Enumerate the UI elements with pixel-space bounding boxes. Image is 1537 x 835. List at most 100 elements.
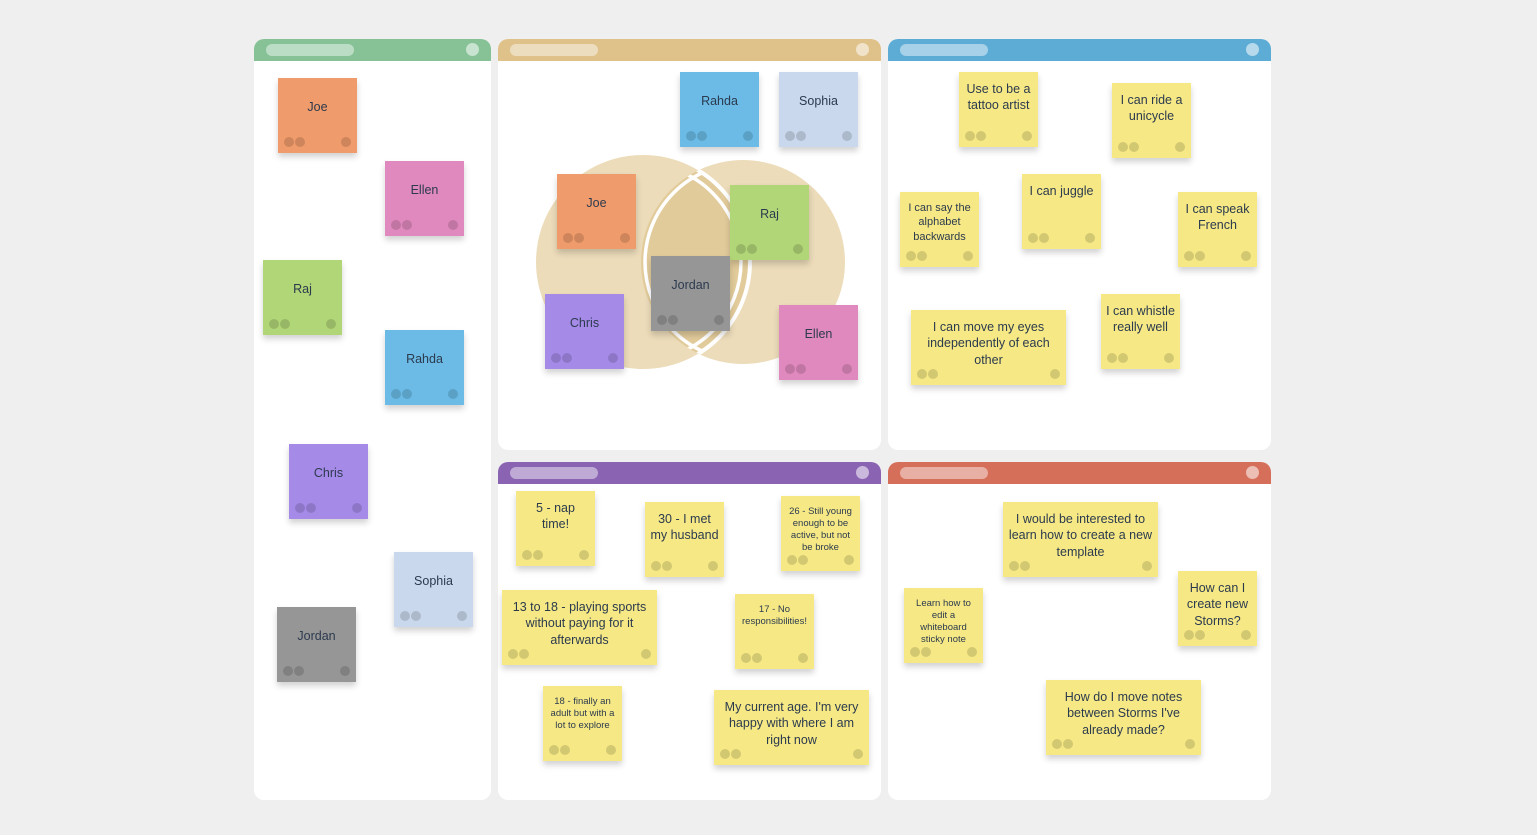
vote-dot-icon[interactable]: [1184, 251, 1194, 261]
vote-dot-icon[interactable]: [306, 503, 316, 513]
vote-dot-icon[interactable]: [752, 653, 762, 663]
sticky-note[interactable]: Rahda: [385, 330, 464, 405]
vote-dot-icon[interactable]: [736, 244, 746, 254]
vote-dot-icon[interactable]: [796, 364, 806, 374]
vote-dot-icon[interactable]: [697, 131, 707, 141]
comment-dot-icon[interactable]: [967, 647, 977, 657]
vote-dot-icon[interactable]: [574, 233, 584, 243]
vote-dot-icon[interactable]: [1195, 251, 1205, 261]
comment-dot-icon[interactable]: [708, 561, 718, 571]
vote-dot-icon[interactable]: [976, 131, 986, 141]
vote-dot-icon[interactable]: [965, 131, 975, 141]
vote-dot-icon[interactable]: [1118, 353, 1128, 363]
sticky-note[interactable]: Raj: [263, 260, 342, 335]
vote-dot-icon[interactable]: [921, 647, 931, 657]
comment-dot-icon[interactable]: [1050, 369, 1060, 379]
sticky-note[interactable]: 30 - I met my husband: [645, 502, 724, 577]
vote-dot-icon[interactable]: [402, 389, 412, 399]
sticky-note[interactable]: I can say the alphabet backwards: [900, 192, 979, 267]
comment-dot-icon[interactable]: [340, 666, 350, 676]
sticky-note[interactable]: Chris: [545, 294, 624, 369]
sticky-note[interactable]: I can juggle: [1022, 174, 1101, 249]
comment-dot-icon[interactable]: [793, 244, 803, 254]
vote-dot-icon[interactable]: [720, 749, 730, 759]
panel-menu-icon[interactable]: [856, 466, 869, 479]
vote-dot-icon[interactable]: [785, 364, 795, 374]
vote-dot-icon[interactable]: [1118, 142, 1128, 152]
sticky-note[interactable]: How do I move notes between Storms I've …: [1046, 680, 1201, 755]
comment-dot-icon[interactable]: [842, 364, 852, 374]
vote-dot-icon[interactable]: [295, 137, 305, 147]
panel-title-placeholder[interactable]: [900, 44, 988, 56]
vote-dot-icon[interactable]: [796, 131, 806, 141]
comment-dot-icon[interactable]: [326, 319, 336, 329]
sticky-note[interactable]: Sophia: [779, 72, 858, 147]
panel-header[interactable]: [888, 39, 1271, 61]
vote-dot-icon[interactable]: [280, 319, 290, 329]
panel-title-placeholder[interactable]: [900, 467, 988, 479]
vote-dot-icon[interactable]: [549, 745, 559, 755]
vote-dot-icon[interactable]: [657, 315, 667, 325]
sticky-note[interactable]: Jordan: [651, 256, 730, 331]
comment-dot-icon[interactable]: [963, 251, 973, 261]
comment-dot-icon[interactable]: [1142, 561, 1152, 571]
panel-header[interactable]: [498, 462, 881, 484]
vote-dot-icon[interactable]: [1009, 561, 1019, 571]
comment-dot-icon[interactable]: [743, 131, 753, 141]
vote-dot-icon[interactable]: [560, 745, 570, 755]
vote-dot-icon[interactable]: [787, 555, 797, 565]
sticky-note[interactable]: Chris: [289, 444, 368, 519]
comment-dot-icon[interactable]: [844, 555, 854, 565]
vote-dot-icon[interactable]: [402, 220, 412, 230]
panel-menu-icon[interactable]: [1246, 43, 1259, 56]
sticky-note[interactable]: Ellen: [385, 161, 464, 236]
vote-dot-icon[interactable]: [551, 353, 561, 363]
sticky-note[interactable]: Joe: [557, 174, 636, 249]
sticky-note[interactable]: I can speak French: [1178, 192, 1257, 267]
vote-dot-icon[interactable]: [400, 611, 410, 621]
panel-menu-icon[interactable]: [466, 43, 479, 56]
vote-dot-icon[interactable]: [1020, 561, 1030, 571]
sticky-note[interactable]: Sophia: [394, 552, 473, 627]
sticky-note[interactable]: I would be interested to learn how to cr…: [1003, 502, 1158, 577]
sticky-note[interactable]: 13 to 18 - playing sports without paying…: [502, 590, 657, 665]
panel-header[interactable]: [888, 462, 1271, 484]
sticky-note[interactable]: Learn how to edit a whiteboard sticky no…: [904, 588, 983, 663]
comment-dot-icon[interactable]: [1164, 353, 1174, 363]
vote-dot-icon[interactable]: [651, 561, 661, 571]
comment-dot-icon[interactable]: [579, 550, 589, 560]
vote-dot-icon[interactable]: [295, 503, 305, 513]
comment-dot-icon[interactable]: [606, 745, 616, 755]
sticky-note[interactable]: I can whistle really well: [1101, 294, 1180, 369]
vote-dot-icon[interactable]: [522, 550, 532, 560]
vote-dot-icon[interactable]: [1129, 142, 1139, 152]
comment-dot-icon[interactable]: [853, 749, 863, 759]
sticky-note[interactable]: 5 - nap time!: [516, 491, 595, 566]
vote-dot-icon[interactable]: [391, 389, 401, 399]
vote-dot-icon[interactable]: [686, 131, 696, 141]
comment-dot-icon[interactable]: [1185, 739, 1195, 749]
sticky-note[interactable]: 17 - No responsibilities!: [735, 594, 814, 669]
vote-dot-icon[interactable]: [910, 647, 920, 657]
comment-dot-icon[interactable]: [1241, 251, 1251, 261]
comment-dot-icon[interactable]: [641, 649, 651, 659]
vote-dot-icon[interactable]: [1028, 233, 1038, 243]
comment-dot-icon[interactable]: [1085, 233, 1095, 243]
comment-dot-icon[interactable]: [457, 611, 467, 621]
sticky-note[interactable]: Use to be a tattoo artist: [959, 72, 1038, 147]
sticky-note[interactable]: How can I create new Storms?: [1178, 571, 1257, 646]
sticky-note[interactable]: I can move my eyes independently of each…: [911, 310, 1066, 385]
comment-dot-icon[interactable]: [352, 503, 362, 513]
sticky-note[interactable]: I can ride a unicycle: [1112, 83, 1191, 158]
vote-dot-icon[interactable]: [1052, 739, 1062, 749]
vote-dot-icon[interactable]: [563, 233, 573, 243]
vote-dot-icon[interactable]: [269, 319, 279, 329]
vote-dot-icon[interactable]: [785, 131, 795, 141]
comment-dot-icon[interactable]: [620, 233, 630, 243]
panel-header[interactable]: [254, 39, 491, 61]
sticky-note[interactable]: 18 - finally an adult but with a lot to …: [543, 686, 622, 761]
sticky-note[interactable]: Ellen: [779, 305, 858, 380]
vote-dot-icon[interactable]: [283, 666, 293, 676]
panel-menu-icon[interactable]: [1246, 466, 1259, 479]
vote-dot-icon[interactable]: [747, 244, 757, 254]
